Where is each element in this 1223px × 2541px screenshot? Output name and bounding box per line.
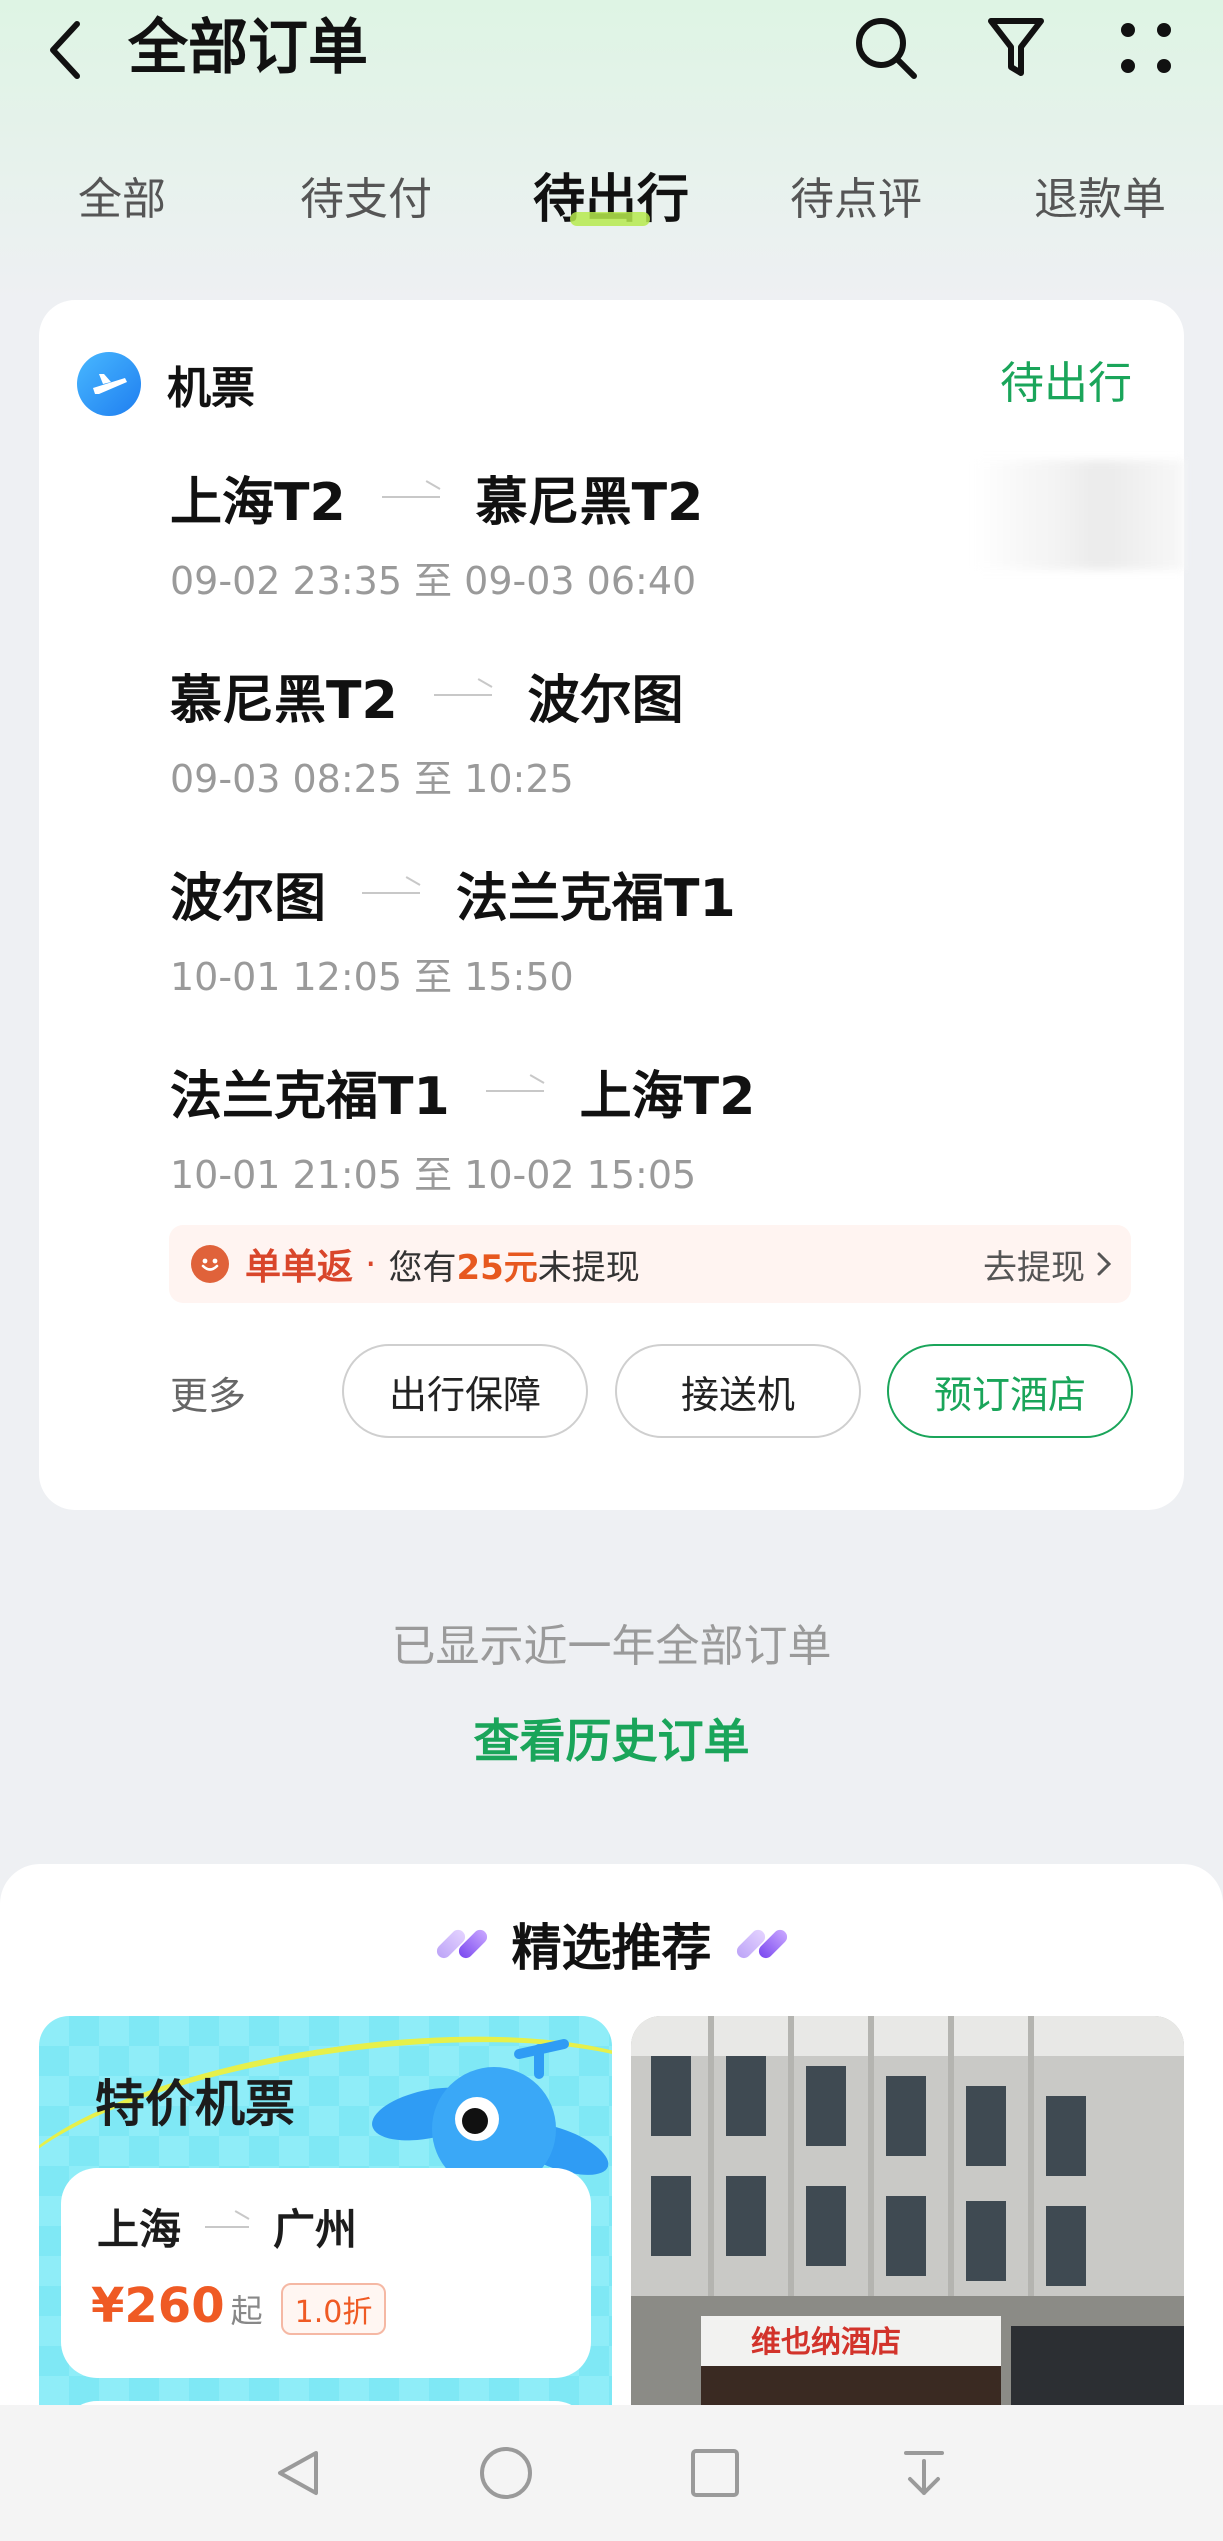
chevron-left-icon	[50, 21, 80, 79]
cashback-amount: 25元	[456, 1247, 538, 1288]
flight-segment: 波尔图 法兰克福T1 10-01 12:05 至 15:50	[170, 858, 1070, 1001]
deal-to: 广州	[273, 2205, 358, 2254]
segment-to: 慕尼黑T2	[475, 472, 704, 533]
deal-price: ¥260	[91, 2278, 225, 2334]
segment-time: 10-01 12:05 至 15:50	[170, 955, 574, 999]
plane-icon	[77, 352, 141, 416]
back-button[interactable]	[45, 12, 105, 88]
sparkle-icon	[733, 1927, 790, 1961]
notification-pulldown-button[interactable]	[884, 2433, 964, 2513]
recommend-header: 精选推荐	[0, 1904, 1223, 1984]
search-icon	[856, 18, 917, 79]
deal-price-suffix: 起	[230, 2292, 263, 2330]
airport-transfer-button[interactable]: 接送机	[615, 1344, 861, 1438]
deal-title: 特价机票	[95, 2075, 295, 2133]
circle-home-icon	[480, 2447, 532, 2499]
more-button[interactable]	[1108, 10, 1184, 86]
sparkle-icon	[433, 1927, 490, 1961]
arrow-right-icon	[433, 694, 492, 696]
flight-deal-card[interactable]: 特价机票 上海 广州 ¥260 起 1.0折	[39, 2016, 612, 2436]
segment-to: 波尔图	[527, 670, 684, 731]
tab-refunds[interactable]: 退款单	[1034, 160, 1166, 240]
active-tab-indicator	[570, 212, 650, 226]
system-back-button[interactable]	[258, 2433, 338, 2513]
cashback-prefix: 您有	[388, 1247, 457, 1288]
segment-from: 波尔图	[170, 868, 327, 929]
segment-time: 09-03 08:25 至 10:25	[170, 757, 574, 801]
system-recents-button[interactable]	[675, 2433, 755, 2513]
cashback-separator: ·	[365, 1243, 377, 1285]
arrow-right-icon	[485, 1090, 544, 1092]
deal-from: 上海	[97, 2205, 182, 2254]
recommend-title: 精选推荐	[511, 1919, 712, 1977]
filter-icon	[988, 18, 1044, 76]
segment-time: 09-02 23:35 至 09-03 06:40	[170, 559, 697, 603]
deal-route-box: 上海 广州 ¥260 起 1.0折	[61, 2168, 591, 2378]
flight-segment: 上海T2 慕尼黑T2 09-02 23:35 至 09-03 06:40	[170, 462, 1070, 605]
cashback-title: 单单返	[245, 1247, 354, 1288]
flight-segment: 慕尼黑T2 波尔图 09-03 08:25 至 10:25	[170, 660, 1070, 803]
filter-button[interactable]	[978, 10, 1054, 86]
cashback-banner[interactable]: 单单返 · 您有 25元 未提现 去提现	[169, 1225, 1131, 1303]
page-title: 全部订单	[128, 13, 368, 83]
order-category: 机票	[77, 352, 255, 416]
search-button[interactable]	[848, 10, 924, 86]
cashback-suffix: 未提现	[537, 1247, 640, 1288]
withdraw-link[interactable]: 去提现	[983, 1225, 1115, 1303]
system-navigation-bar	[0, 2405, 1223, 2541]
more-label: 更多	[170, 1374, 247, 1418]
segment-from: 上海T2	[170, 472, 346, 533]
arrow-right-icon	[381, 496, 440, 498]
triangle-back-icon	[278, 2451, 318, 2495]
segment-from: 法兰克福T1	[170, 1066, 450, 1127]
chevron-right-icon	[1097, 1252, 1112, 1276]
history-note: 已显示近一年全部订单	[391, 1621, 832, 1672]
smile-icon	[191, 1245, 229, 1283]
system-home-button[interactable]	[466, 2433, 546, 2513]
more-grid-icon	[1121, 23, 1171, 73]
segment-to: 上海T2	[579, 1066, 756, 1127]
flight-segment: 法兰克福T1 上海T2 10-01 21:05 至 10-02 15:05	[170, 1056, 1070, 1199]
tab-pending-review[interactable]: 待点评	[790, 160, 922, 240]
arrow-right-icon	[362, 892, 421, 894]
category-label: 机票	[167, 363, 255, 414]
segment-to: 法兰克福T1	[456, 868, 736, 929]
hotel-sign: 维也纳酒店	[751, 2325, 901, 2360]
hotel-photo: 维也纳酒店	[631, 2016, 1184, 2436]
order-status: 待出行	[1000, 358, 1132, 409]
book-hotel-button[interactable]: 预订酒店	[887, 1344, 1133, 1438]
arrow-down-bar-icon	[904, 2451, 944, 2495]
segment-from: 慕尼黑T2	[170, 670, 398, 731]
header-bar: 全部订单	[0, 0, 1223, 110]
discount-badge: 1.0折	[280, 2283, 387, 2335]
order-tabs: 全部 待支付 待出行 待点评 退款单	[0, 160, 1223, 240]
tab-upcoming-travel[interactable]: 待出行	[533, 160, 689, 240]
tab-all[interactable]: 全部	[78, 160, 166, 240]
withdraw-label: 去提现	[983, 1247, 1085, 1288]
arrow-right-icon	[205, 2225, 250, 2228]
view-history-link[interactable]: 查看历史订单	[0, 1705, 1223, 1771]
segment-time: 10-01 21:05 至 10-02 15:05	[170, 1153, 697, 1197]
hotel-recommendation-card[interactable]: 维也纳酒店	[631, 2016, 1184, 2436]
travel-insurance-button[interactable]: 出行保障	[342, 1344, 588, 1438]
flight-order-card[interactable]: 机票 待出行 上海T2 慕尼黑T2 09-02 23:35 至 09-03 06:…	[39, 300, 1184, 1510]
square-recents-icon	[691, 2449, 739, 2497]
tab-pending-payment[interactable]: 待支付	[300, 160, 432, 240]
